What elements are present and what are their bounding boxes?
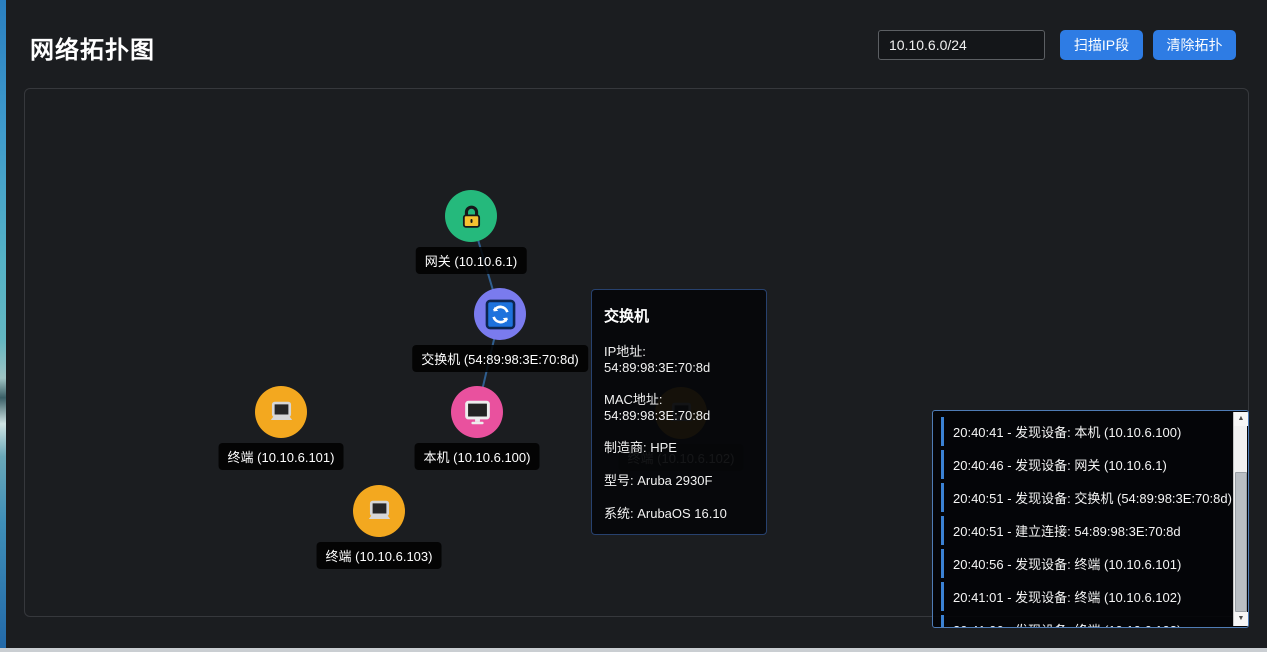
node-host[interactable]: 本机 (10.10.6.100) xyxy=(451,386,503,438)
refresh-icon xyxy=(485,299,516,330)
node-terminal-101[interactable]: 终端 (10.10.6.101) xyxy=(255,386,307,438)
node-circle xyxy=(353,485,405,537)
log-entry-5: 20:41:01 - 发现设备: 终端 (10.10.6.102) xyxy=(941,582,1232,611)
node-label-terminal-101: 终端 (10.10.6.101) xyxy=(219,443,344,470)
clear-topology-button[interactable]: 清除拓扑 xyxy=(1153,30,1236,60)
log-scrollbar[interactable]: ▲ ▼ xyxy=(1233,412,1247,626)
laptop-icon xyxy=(267,398,296,427)
node-label-gateway: 网关 (10.10.6.1) xyxy=(416,247,527,274)
network-topology-app: 网络拓扑图 扫描IP段 清除拓扑 网关 (10.10.6.1) 交换机 (54:8… xyxy=(6,0,1267,652)
log-entry-0: 20:40:41 - 发现设备: 本机 (10.10.6.100) xyxy=(941,417,1232,446)
node-gateway[interactable]: 网关 (10.10.6.1) xyxy=(445,190,497,242)
tooltip-row-3: 型号: Aruba 2930F xyxy=(604,470,754,489)
laptop-icon xyxy=(365,497,394,526)
log-entry-3: 20:40:51 - 建立连接: 54:89:98:3E:70:8d xyxy=(941,516,1232,545)
tooltip-row-4: 系统: ArubaOS 16.10 xyxy=(604,503,754,522)
node-terminal-103[interactable]: 终端 (10.10.6.103) xyxy=(353,485,405,537)
scrollbar-down-button[interactable]: ▼ xyxy=(1234,612,1248,626)
tooltip-row-1: MAC地址: 54:89:98:3E:70:8d xyxy=(604,389,754,423)
tooltip-rows: IP地址: 54:89:98:3E:70:8d MAC地址: 54:89:98:3… xyxy=(604,341,754,522)
log-entry-2: 20:40:51 - 发现设备: 交换机 (54:89:98:3E:70:8d) xyxy=(941,483,1232,512)
node-circle xyxy=(255,386,307,438)
node-circle xyxy=(451,386,503,438)
node-circle xyxy=(474,288,526,340)
scan-ip-range-button[interactable]: 扫描IP段 xyxy=(1060,30,1143,60)
lock-icon xyxy=(458,203,485,230)
log-entry-1: 20:40:46 - 发现设备: 网关 (10.10.6.1) xyxy=(941,450,1232,479)
log-entry-4: 20:40:56 - 发现设备: 终端 (10.10.6.101) xyxy=(941,549,1232,578)
taskbar-edge-strip xyxy=(0,648,1267,652)
node-label-host: 本机 (10.10.6.100) xyxy=(415,443,540,470)
scan-log-panel: 20:40:41 - 发现设备: 本机 (10.10.6.100) 20:40:4… xyxy=(932,410,1249,628)
tooltip-row-0: IP地址: 54:89:98:3E:70:8d xyxy=(604,341,754,375)
node-label-switch: 交换机 (54:89:98:3E:70:8d) xyxy=(412,345,588,372)
scrollbar-up-button[interactable]: ▲ xyxy=(1234,412,1248,426)
page-title: 网络拓扑图 xyxy=(30,30,155,65)
tooltip-row-2: 制造商: HPE xyxy=(604,437,754,456)
node-label-terminal-103: 终端 (10.10.6.103) xyxy=(317,542,442,569)
node-switch[interactable]: 交换机 (54:89:98:3E:70:8d) xyxy=(474,288,526,340)
desktop-icon xyxy=(463,398,492,427)
scan-log-list: 20:40:41 - 发现设备: 本机 (10.10.6.100) 20:40:4… xyxy=(941,417,1232,623)
tooltip-title: 交换机 xyxy=(604,305,754,326)
log-entry-6: 20:41:06 - 发现设备: 终端 (10.10.6.103) xyxy=(941,615,1232,628)
switch-info-tooltip: 交换机 IP地址: 54:89:98:3E:70:8d MAC地址: 54:89:… xyxy=(591,289,767,535)
ip-range-input[interactable] xyxy=(878,30,1045,60)
node-circle xyxy=(445,190,497,242)
scrollbar-thumb[interactable] xyxy=(1235,472,1247,612)
